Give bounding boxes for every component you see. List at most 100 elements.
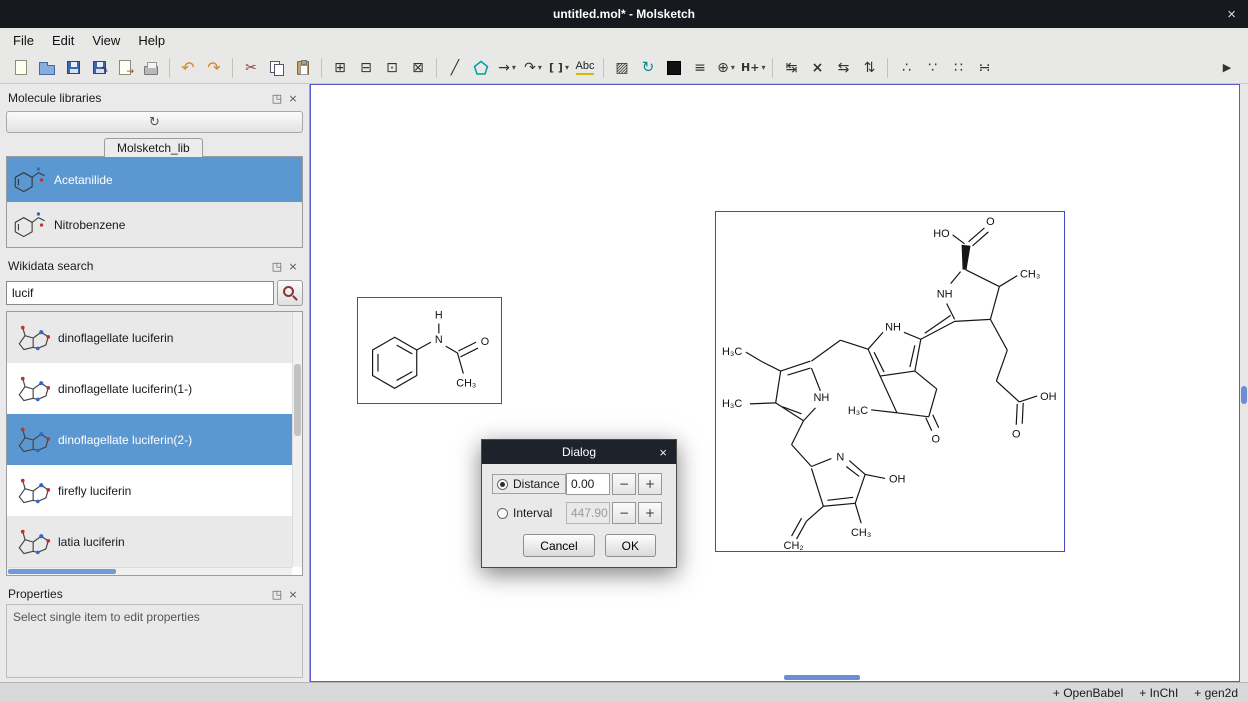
result-item[interactable]: dinoflagellate luciferin(1-) bbox=[7, 363, 292, 414]
scrollbar-thumb[interactable] bbox=[8, 569, 116, 574]
scrollbar-thumb[interactable] bbox=[784, 675, 860, 680]
distance-increment-button[interactable]: + bbox=[638, 473, 662, 495]
results-horizontal-scrollbar[interactable] bbox=[7, 567, 292, 575]
interval-radio[interactable] bbox=[497, 508, 508, 519]
dialog-titlebar[interactable]: Dialog × bbox=[482, 440, 676, 464]
svg-text:O: O bbox=[931, 434, 940, 446]
delete-tool-button[interactable]: × bbox=[804, 55, 830, 81]
save-as-button[interactable]: ✎ bbox=[86, 55, 112, 81]
reaction-arrow-tool-button[interactable]: →▾ bbox=[494, 55, 520, 81]
distance-radio[interactable] bbox=[497, 479, 508, 490]
result-item[interactable]: dinoflagellate luciferin(2-) bbox=[7, 414, 292, 465]
lone-pair-tool-button[interactable]: ∴ bbox=[893, 55, 919, 81]
float-panel-icon[interactable]: ◳ bbox=[269, 92, 285, 105]
redo-button[interactable]: ↷ bbox=[201, 55, 227, 81]
ring-tool-button[interactable] bbox=[468, 55, 494, 81]
cancel-button[interactable]: Cancel bbox=[523, 534, 594, 557]
float-panel-icon[interactable]: ◳ bbox=[269, 588, 285, 601]
line-width-button[interactable]: ≡ bbox=[687, 55, 713, 81]
distance-decrement-button[interactable]: − bbox=[612, 473, 636, 495]
toolbar-extension-button[interactable]: ▶ bbox=[1214, 55, 1240, 81]
rotate-tool-button[interactable]: ↻ bbox=[635, 55, 661, 81]
frame-minus-tool-button[interactable]: ⊟ bbox=[353, 55, 379, 81]
pencil-icon: ✎ bbox=[101, 67, 109, 76]
panel-splitter[interactable] bbox=[4, 248, 305, 256]
distance-value-field[interactable]: 0.00 bbox=[566, 473, 610, 495]
interval-radio-group[interactable]: Interval bbox=[492, 503, 566, 523]
electrons-tool-button[interactable]: ∷ bbox=[945, 55, 971, 81]
line-width-icon: ≡ bbox=[694, 61, 706, 75]
menu-view[interactable]: View bbox=[83, 30, 129, 51]
chevron-down-icon[interactable]: ▾ bbox=[538, 63, 542, 72]
interval-value-field: 447.90 bbox=[566, 502, 610, 524]
chevron-down-icon[interactable]: ▾ bbox=[565, 63, 569, 72]
list-item-nitrobenzene[interactable]: Nitrobenzene bbox=[7, 202, 302, 247]
window-close-icon[interactable]: × bbox=[1227, 0, 1236, 28]
hydrogen-tool-button[interactable]: H+▾ bbox=[739, 55, 767, 81]
distance-radio-group[interactable]: Distance bbox=[492, 474, 566, 494]
result-item[interactable]: firefly luciferin bbox=[7, 465, 292, 516]
interval-increment-button[interactable]: + bbox=[638, 502, 662, 524]
close-panel-icon[interactable]: × bbox=[285, 260, 301, 273]
open-file-button[interactable] bbox=[34, 55, 60, 81]
results-vertical-scrollbar[interactable] bbox=[292, 312, 302, 567]
svg-text:CH₃: CH₃ bbox=[456, 377, 476, 389]
ok-button[interactable]: OK bbox=[605, 534, 656, 557]
paste-button[interactable] bbox=[290, 55, 316, 81]
scrollbar-thumb[interactable] bbox=[294, 364, 301, 436]
canvas-vertical-scrollbar[interactable] bbox=[1240, 84, 1248, 682]
text-tool-button[interactable]: Abc bbox=[572, 55, 598, 81]
menu-help[interactable]: Help bbox=[129, 30, 174, 51]
panel-splitter[interactable] bbox=[4, 576, 305, 584]
library-refresh-button[interactable]: ↻ bbox=[6, 111, 303, 133]
titlebar[interactable]: untitled.mol* - Molsketch × bbox=[0, 0, 1248, 28]
list-item-acetanilide[interactable]: Acetanilide bbox=[7, 157, 302, 202]
cut-button[interactable]: ✂ bbox=[238, 55, 264, 81]
molecule-thumbnail bbox=[10, 471, 54, 511]
chevron-down-icon[interactable]: ▾ bbox=[512, 63, 516, 72]
tab-molsketch-lib[interactable]: Molsketch_lib bbox=[104, 138, 203, 157]
molecule-selection-box[interactable]: H N O CH₃ bbox=[357, 297, 502, 404]
export-button[interactable]: → bbox=[112, 55, 138, 81]
charge-plus-icon: ⊕ bbox=[717, 61, 729, 75]
menu-edit[interactable]: Edit bbox=[43, 30, 83, 51]
save-button[interactable] bbox=[60, 55, 86, 81]
canvas-horizontal-scrollbar[interactable] bbox=[311, 674, 1239, 681]
molecule-luciferin[interactable]: HO O CH₃ NH NH H₃C H₃C NH H₃C O OH O N O… bbox=[716, 212, 1064, 551]
bond-length-icon: ↹ bbox=[786, 61, 798, 75]
dialog-close-icon[interactable]: × bbox=[659, 440, 667, 464]
mechanism-arrow-tool-button[interactable]: ↷▾ bbox=[520, 55, 546, 81]
menu-file[interactable]: File bbox=[4, 30, 43, 51]
result-item[interactable]: latia luciferin bbox=[7, 516, 292, 567]
close-panel-icon[interactable]: × bbox=[285, 588, 301, 601]
draw-tool-button[interactable]: ╱ bbox=[442, 55, 468, 81]
electron-pairs-tool-button[interactable]: ∺ bbox=[971, 55, 997, 81]
close-panel-icon[interactable]: × bbox=[285, 92, 301, 105]
color-swatch-button[interactable] bbox=[661, 55, 687, 81]
result-item[interactable]: dinoflagellate luciferin bbox=[7, 312, 292, 363]
frame-dot-tool-button[interactable]: ⊡ bbox=[379, 55, 405, 81]
flip-horizontal-button[interactable]: ⇆ bbox=[830, 55, 856, 81]
undo-button[interactable]: ↶ bbox=[175, 55, 201, 81]
search-button[interactable] bbox=[277, 280, 303, 306]
interval-decrement-button[interactable]: − bbox=[612, 502, 636, 524]
copy-button[interactable] bbox=[264, 55, 290, 81]
radical-tool-button[interactable]: ∵ bbox=[919, 55, 945, 81]
chevron-down-icon[interactable]: ▾ bbox=[761, 63, 765, 72]
molecule-selection-box[interactable]: HO O CH₃ NH NH H₃C H₃C NH H₃C O OH O N O… bbox=[715, 211, 1065, 552]
hatch-tool-button[interactable]: ▨ bbox=[609, 55, 635, 81]
new-file-button[interactable] bbox=[8, 55, 34, 81]
frame-cross-tool-button[interactable]: ⊠ bbox=[405, 55, 431, 81]
drawing-canvas[interactable]: H N O CH₃ bbox=[310, 84, 1240, 682]
float-panel-icon[interactable]: ◳ bbox=[269, 260, 285, 273]
chevron-down-icon[interactable]: ▾ bbox=[731, 63, 735, 72]
scrollbar-thumb[interactable] bbox=[1241, 386, 1247, 404]
flip-vertical-button[interactable]: ⇅ bbox=[856, 55, 882, 81]
bracket-tool-button[interactable]: [ ]▾ bbox=[546, 55, 572, 81]
search-input[interactable] bbox=[6, 281, 274, 305]
charge-tool-button[interactable]: ⊕▾ bbox=[713, 55, 739, 81]
print-button[interactable] bbox=[138, 55, 164, 81]
molecule-acetanilide[interactable]: H N O CH₃ bbox=[358, 298, 501, 403]
frame-plus-tool-button[interactable]: ⊞ bbox=[327, 55, 353, 81]
bond-length-tool-button[interactable]: ↹ bbox=[778, 55, 804, 81]
